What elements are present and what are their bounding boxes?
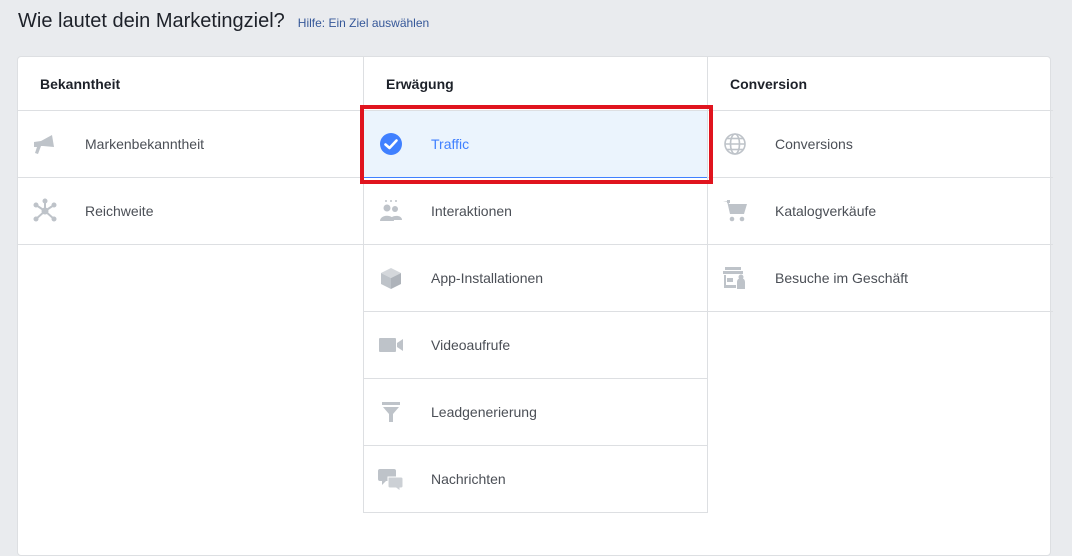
column-awareness: Bekanntheit Markenbekanntheit Reichweite	[18, 57, 363, 245]
video-camera-icon	[378, 332, 404, 358]
objective-label: Nachrichten	[431, 471, 506, 487]
objective-label: Leadgenerierung	[431, 404, 537, 420]
objective-store-visits[interactable]: Besuche im Geschäft	[708, 245, 1053, 312]
reach-icon	[32, 198, 58, 224]
chat-bubbles-icon	[378, 466, 404, 492]
objective-label: Videoaufrufe	[431, 337, 511, 353]
objective-brand-awareness[interactable]: Markenbekanntheit	[18, 111, 363, 178]
box-icon	[378, 265, 404, 291]
objective-label: Conversions	[775, 136, 853, 152]
objective-label: Besuche im Geschäft	[775, 270, 909, 286]
checkmark-icon	[378, 131, 404, 157]
objective-label: Reichweite	[85, 203, 154, 219]
objective-engagement[interactable]: Interaktionen	[364, 178, 707, 245]
shopping-cart-icon	[722, 198, 748, 224]
objective-label: App-Installationen	[431, 270, 544, 286]
objective-label: Interaktionen	[431, 203, 512, 219]
objective-app-installs[interactable]: App-Installationen	[364, 245, 707, 312]
column-consideration: Erwägung Traffic Interaktionen App-Insta…	[363, 57, 708, 513]
objective-video-views[interactable]: Videoaufrufe	[364, 312, 707, 379]
page-title: Wie lautet dein Marketingziel?	[18, 10, 285, 32]
objective-table: Bekanntheit Markenbekanntheit Reichweite…	[17, 56, 1053, 556]
header: Wie lautet dein Marketingziel? Hilfe: Ei…	[18, 10, 429, 33]
column-header-conversion: Conversion	[708, 57, 1053, 111]
objective-label: Katalogverkäufe	[775, 203, 877, 219]
objective-messages[interactable]: Nachrichten	[364, 446, 707, 513]
globe-icon	[722, 131, 748, 157]
column-header-consideration: Erwägung	[364, 57, 707, 111]
objective-label: Traffic	[431, 136, 470, 152]
column-conversion: Conversion Conversions Katalogverkäufe B…	[708, 57, 1053, 312]
objective-reach[interactable]: Reichweite	[18, 178, 363, 245]
people-icon	[378, 198, 404, 224]
help-link[interactable]: Hilfe: Ein Ziel auswählen	[298, 16, 429, 30]
column-header-awareness: Bekanntheit	[18, 57, 363, 111]
funnel-icon	[378, 399, 404, 425]
store-icon	[722, 265, 748, 291]
objective-catalog-sales[interactable]: Katalogverkäufe	[708, 178, 1053, 245]
objective-conversions[interactable]: Conversions	[708, 111, 1053, 178]
megaphone-icon	[32, 131, 58, 157]
objective-traffic[interactable]: Traffic	[364, 111, 707, 178]
objective-label: Markenbekanntheit	[85, 136, 205, 152]
objective-lead-generation[interactable]: Leadgenerierung	[364, 379, 707, 446]
